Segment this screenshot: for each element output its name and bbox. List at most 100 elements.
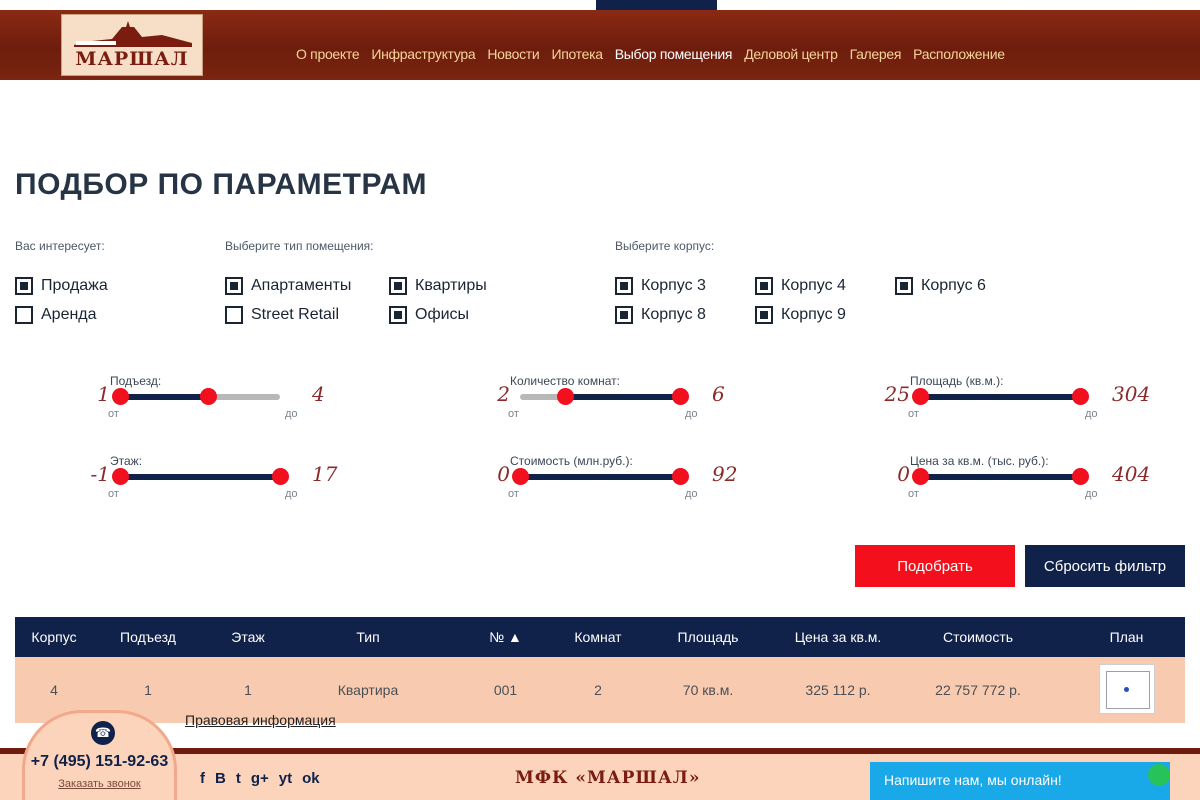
odnoklassniki-icon[interactable]: ok (302, 770, 320, 787)
range-handle-min[interactable] (556, 388, 574, 405)
range-area: Площадь (кв.м.): 25 304 от до (880, 374, 1160, 434)
range-handle-max[interactable] (1072, 388, 1089, 405)
site-logo[interactable]: МАРШАЛ (61, 14, 203, 76)
range-to-label: до (285, 408, 298, 420)
checkbox-building-4[interactable]: Корпус 4 (755, 277, 846, 295)
cell-plan (1068, 663, 1185, 717)
col-number-sorted[interactable]: № ▲ (443, 629, 568, 645)
checkbox-street-retail[interactable]: Street Retail (225, 306, 339, 324)
checkbox-box[interactable] (755, 277, 773, 295)
range-min-value: 2 (497, 382, 510, 406)
range-label: Стоимость (млн.руб.): (510, 454, 633, 468)
range-max-value: 404 (1112, 462, 1151, 486)
nav-choose-premises[interactable]: Выбор помещения (615, 46, 733, 62)
range-entrance: Подъезд: 1 4 от до (80, 374, 360, 434)
nav-gallery[interactable]: Галерея (850, 46, 902, 62)
cell-type: Квартира (337, 682, 399, 698)
phone-icon: ☎ (91, 721, 115, 745)
col-type[interactable]: Тип (293, 629, 443, 645)
nav-location[interactable]: Расположение (913, 46, 1005, 62)
reset-filter-button[interactable]: Сбросить фильтр (1025, 545, 1185, 587)
google-plus-icon[interactable]: g+ (251, 770, 269, 787)
range-min-value: 0 (897, 462, 910, 486)
youtube-icon[interactable]: yt (279, 770, 292, 787)
range-track[interactable] (112, 468, 289, 485)
nav-infrastructure[interactable]: Инфраструктура (371, 46, 475, 62)
col-cost[interactable]: Стоимость (888, 629, 1068, 645)
range-track[interactable] (912, 468, 1089, 485)
cell-price-sqm: 325 112 р. (805, 682, 871, 698)
col-building[interactable]: Корпус (15, 629, 93, 645)
facebook-icon[interactable]: f (200, 770, 205, 787)
range-min-value: 25 (884, 382, 910, 406)
checkbox-rent[interactable]: Аренда (15, 306, 97, 324)
range-to-label: до (685, 408, 698, 420)
range-handle-min[interactable] (112, 388, 129, 405)
checkbox-sale[interactable]: Продажа (15, 277, 108, 295)
range-min-value: 0 (497, 462, 510, 486)
checkbox-flats[interactable]: Квартиры (389, 277, 487, 295)
checkbox-box[interactable] (389, 277, 407, 295)
checkbox-box[interactable] (225, 306, 243, 324)
col-floor[interactable]: Этаж (203, 629, 293, 645)
legal-info-link[interactable]: Правовая информация (185, 712, 336, 728)
range-track[interactable] (512, 468, 689, 485)
checkbox-box[interactable] (15, 277, 33, 295)
range-handle-min[interactable] (512, 468, 529, 485)
range-handle-min[interactable] (112, 468, 129, 485)
range-track[interactable] (912, 388, 1089, 405)
request-callback-link[interactable]: Заказать звонок (25, 778, 174, 790)
range-handle-max[interactable] (272, 468, 289, 485)
range-handle-max[interactable] (1072, 468, 1089, 485)
range-fill (920, 394, 1080, 400)
col-area[interactable]: Площадь (628, 629, 788, 645)
checkbox-box[interactable] (755, 306, 773, 324)
social-links: f B t g+ yt ok (200, 770, 320, 787)
range-handle-max[interactable] (672, 468, 689, 485)
chat-widget[interactable]: Напишите нам, мы онлайн! (870, 762, 1170, 800)
cell-entrance: 1 (144, 682, 152, 698)
checkbox-label: Квартиры (415, 277, 487, 294)
col-price-sqm[interactable]: Цена за кв.м. (788, 629, 888, 645)
checkbox-box[interactable] (615, 306, 633, 324)
range-track[interactable] (112, 388, 280, 405)
building-label: Выберите корпус: (615, 239, 715, 253)
checkbox-building-6[interactable]: Корпус 6 (895, 277, 986, 295)
checkbox-building-3[interactable]: Корпус 3 (615, 277, 706, 295)
range-to-label: до (1085, 488, 1098, 500)
checkbox-label: Street Retail (251, 306, 340, 323)
phone-number[interactable]: +7 (495) 151-92-63 (25, 753, 174, 771)
nav-news[interactable]: Новости (487, 46, 539, 62)
twitter-icon[interactable]: t (236, 770, 241, 787)
nav-about[interactable]: О проекте (296, 46, 360, 62)
range-max-value: 6 (712, 382, 725, 406)
nav-business-center[interactable]: Деловой центр (744, 46, 838, 62)
range-max-value: 92 (712, 462, 738, 486)
checkbox-offices[interactable]: Офисы (389, 306, 469, 324)
range-handle-max[interactable] (672, 388, 689, 405)
col-entrance[interactable]: Подъезд (93, 629, 203, 645)
range-handle-min[interactable] (912, 388, 929, 405)
floor-plan-thumbnail[interactable] (1098, 663, 1155, 714)
range-handle-max[interactable] (200, 388, 217, 405)
logo-text: МАРШАЛ (75, 48, 189, 70)
apply-filter-button[interactable]: Подобрать (855, 545, 1015, 587)
checkbox-building-8[interactable]: Корпус 8 (615, 306, 706, 324)
nav-mortgage[interactable]: Ипотека (551, 46, 603, 62)
table-header: Корпус Подъезд Этаж Тип № ▲ Комнат Площа… (15, 617, 1185, 657)
vkontakte-icon[interactable]: B (215, 770, 226, 787)
checkbox-box[interactable] (615, 277, 633, 295)
col-plan: План (1109, 629, 1144, 645)
cell-area: 70 кв.м. (682, 682, 734, 698)
cell-floor: 1 (244, 682, 252, 698)
range-handle-min[interactable] (912, 468, 929, 485)
checkbox-box[interactable] (389, 306, 407, 324)
checkbox-box[interactable] (225, 277, 243, 295)
checkbox-apartments[interactable]: Апартаменты (225, 277, 351, 295)
checkbox-building-9[interactable]: Корпус 9 (755, 306, 846, 324)
checkbox-box[interactable] (15, 306, 33, 324)
col-rooms[interactable]: Комнат (568, 629, 628, 645)
top-accent-bar (596, 0, 717, 10)
range-track[interactable] (520, 388, 689, 405)
checkbox-box[interactable] (895, 277, 913, 295)
